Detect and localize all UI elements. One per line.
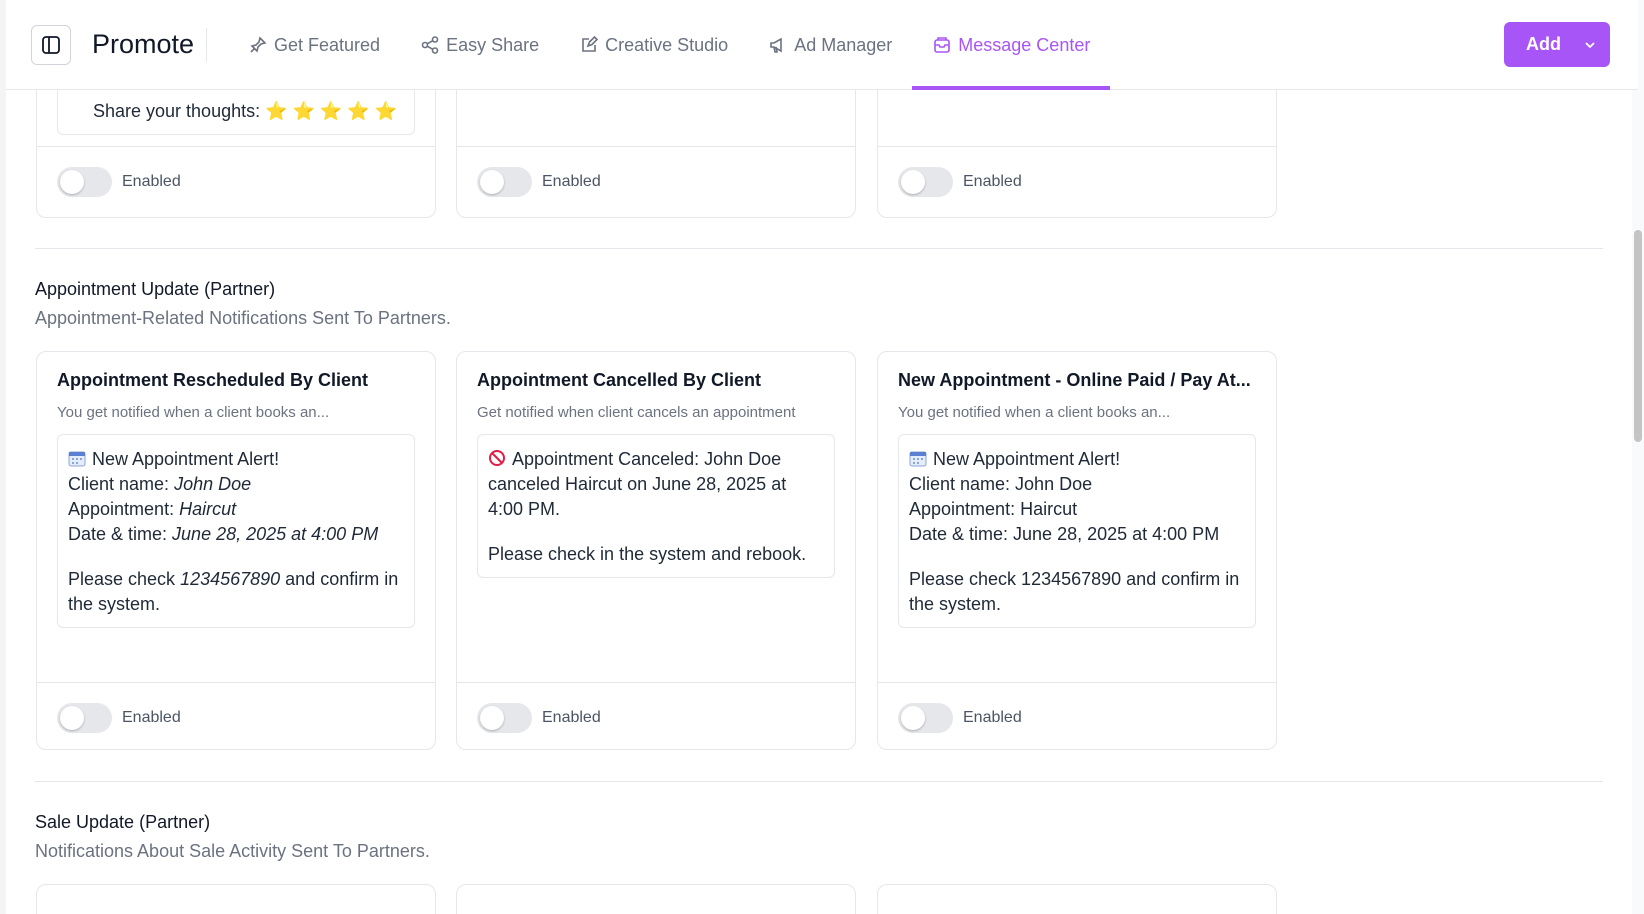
calendar-icon (68, 449, 86, 467)
top-header: Promote Get Featured Easy Share Creative… (6, 0, 1638, 90)
enabled-toggle[interactable] (898, 703, 953, 733)
preview-value: John Doe (174, 474, 252, 494)
page-scrollbar[interactable] (1632, 0, 1644, 914)
preview-line: Please check in the system and rebook. (488, 544, 807, 564)
preview-line: New Appointment Alert! (933, 449, 1121, 469)
section-title: Sale Update (Partner) (35, 812, 211, 832)
card-title: Appointment Cancelled By Client (477, 370, 762, 390)
toggle-label: Enabled (963, 173, 1022, 190)
toggle-label: Enabled (122, 709, 181, 726)
preview-value: June 28, 2025 at 4:00 PM (172, 524, 379, 544)
prohibited-icon (488, 449, 506, 467)
card-footer: Enabled (878, 682, 1276, 749)
preview-line: Client name: John Doe (909, 474, 1093, 494)
sparkle-pin-icon (248, 35, 268, 55)
preview-text: Please check (68, 569, 181, 589)
tab-label: Creative Studio (605, 34, 729, 55)
toggle-label: Enabled (963, 709, 1022, 726)
notification-card (36, 884, 436, 914)
message-preview: Appointment Canceled: John Doe canceled … (477, 434, 835, 578)
notification-card (456, 884, 856, 914)
preview-line: Appointment: Haircut (909, 499, 1078, 519)
card-description: You get notified when a client books an.… (57, 404, 330, 421)
tab-message-center[interactable]: Message Center (912, 0, 1111, 90)
tab-creative-studio[interactable]: Creative Studio (559, 0, 748, 90)
tab-ad-manager[interactable]: Ad Manager (748, 0, 912, 90)
section-subtitle: Appointment-Related Notifications Sent T… (35, 308, 451, 328)
calendar-icon (909, 449, 927, 467)
preview-value: Haircut (179, 499, 237, 519)
tab-label: Get Featured (274, 34, 381, 55)
chevron-down-icon (1585, 41, 1595, 48)
section-title: Appointment Update (Partner) (35, 279, 276, 299)
toggle-label: Enabled (122, 173, 181, 190)
app-title: Promote (92, 29, 195, 59)
enabled-toggle[interactable] (898, 167, 953, 197)
card-title: New Appointment - Online Paid / Pay At..… (898, 370, 1251, 390)
message-preview: New Appointment Alert! Client name: John… (898, 434, 1256, 628)
notification-card: New Appointment - Online Paid / Pay At..… (877, 351, 1277, 750)
tab-label: Ad Manager (794, 34, 893, 55)
preview-line: Please check 1234567890 and confirm in t… (909, 569, 1240, 614)
card-footer: Enabled (37, 682, 435, 749)
section-divider (35, 248, 1603, 249)
toggle-label: Enabled (542, 173, 601, 190)
notification-card: Appointment Cancelled By Client Get noti… (456, 351, 856, 750)
inbox-icon (932, 35, 952, 55)
toggle-label: Enabled (542, 709, 601, 726)
card-footer: Enabled (37, 146, 435, 217)
main-nav: Get Featured Easy Share Creative Studio … (228, 0, 1111, 90)
tab-label: Easy Share (446, 34, 540, 55)
section-divider (35, 781, 1603, 782)
preview-line: Appointment Canceled: John Doe canceled … (488, 449, 787, 519)
card-footer: Enabled (878, 146, 1276, 217)
add-button-label: Add (1526, 34, 1561, 54)
notification-card: Appointment Rescheduled By Client You ge… (36, 351, 436, 750)
enabled-toggle[interactable] (477, 703, 532, 733)
enabled-toggle[interactable] (57, 167, 112, 197)
card-title: Appointment Rescheduled By Client (57, 370, 369, 390)
share-nodes-icon (420, 35, 440, 55)
preview-label: Date & time: (68, 524, 173, 544)
card-footer: Enabled (457, 682, 855, 749)
sidebar-panel-icon (42, 36, 60, 54)
tab-easy-share[interactable]: Easy Share (400, 0, 559, 90)
preview-text: Share your thoughts: ⭐ ⭐ ⭐ ⭐ ⭐ (93, 101, 398, 121)
preview-label: Appointment: (68, 499, 180, 519)
card-footer: Enabled (457, 146, 855, 217)
left-edge-strip (0, 0, 6, 914)
card-description: Get notified when client cancels an appo… (477, 404, 796, 421)
preview-label: Client name: (68, 474, 175, 494)
add-button[interactable]: Add (1504, 22, 1610, 67)
tab-get-featured[interactable]: Get Featured (228, 0, 400, 90)
section-subtitle: Notifications About Sale Activity Sent T… (35, 841, 430, 861)
notification-card (877, 884, 1277, 914)
megaphone-icon (768, 35, 788, 55)
message-preview: New Appointment Alert! Client name: John… (57, 434, 415, 628)
tab-label: Message Center (958, 34, 1091, 55)
edit-square-icon (579, 35, 599, 55)
enabled-toggle[interactable] (57, 703, 112, 733)
sidebar-toggle-button[interactable] (31, 25, 71, 65)
preview-line: Date & time: June 28, 2025 at 4:00 PM (909, 524, 1220, 544)
preview-line: New Appointment Alert! (92, 449, 280, 469)
card-description: You get notified when a client books an.… (898, 404, 1171, 421)
title-divider (206, 28, 207, 62)
enabled-toggle[interactable] (477, 167, 532, 197)
scroll-thumb[interactable] (1634, 230, 1642, 442)
preview-value: 1234567890 (180, 569, 281, 589)
